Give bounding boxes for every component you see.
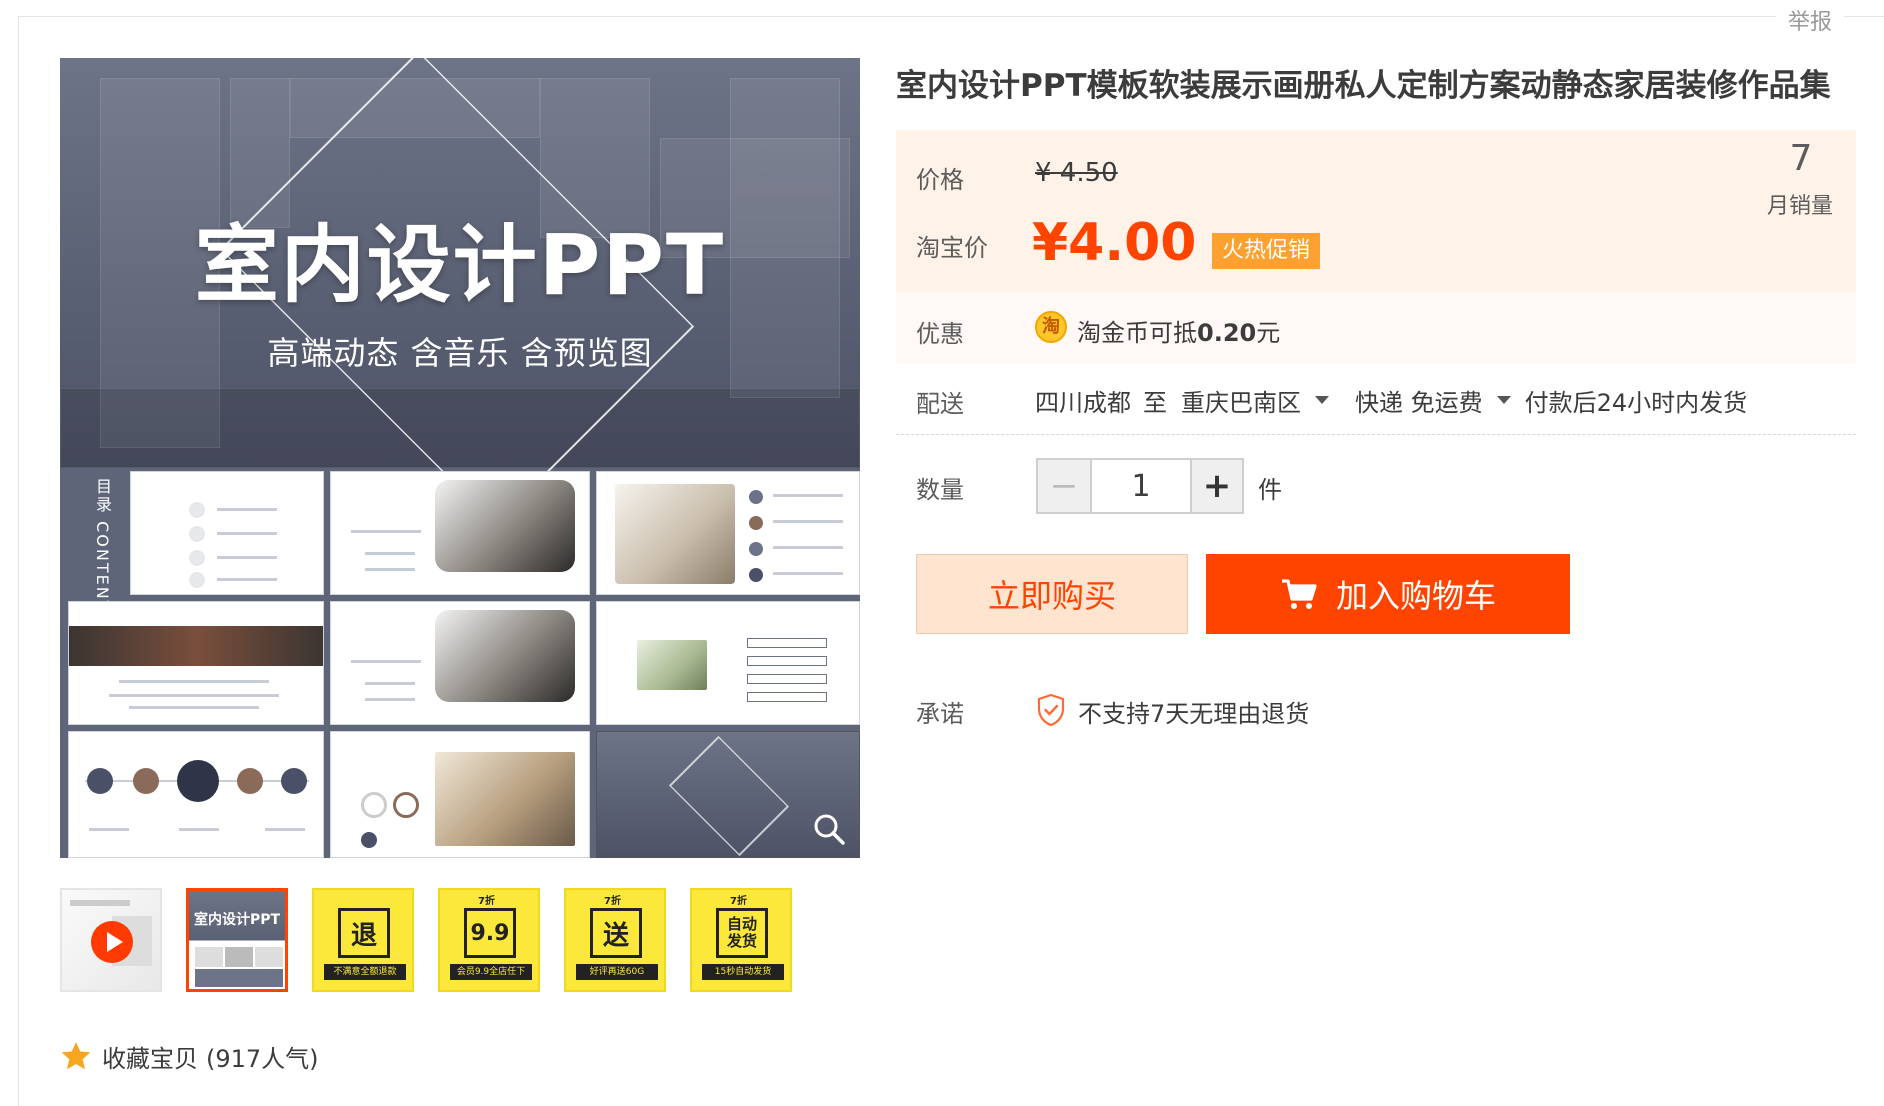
slide-preview [130, 471, 324, 595]
slide-preview [330, 601, 590, 725]
thumbnail-badge-member[interactable]: 7折 9.9 会员9.9全店任下 [438, 888, 540, 992]
thumbnail-badge-tag: 7折 [604, 896, 621, 907]
buy-now-button[interactable]: 立即购买 [916, 554, 1188, 634]
quantity-decrease-button[interactable]: − [1038, 460, 1092, 512]
ship-from: 四川成都 [1035, 388, 1131, 417]
frame-top-border [18, 16, 1884, 17]
slide-preview [596, 601, 860, 725]
thumbnail-badge-gift[interactable]: 7折 送 好评再送60G [564, 888, 666, 992]
promo-amount: 0.20 [1197, 319, 1257, 347]
thumbnail-badge-text: 退 [338, 908, 390, 958]
quantity-unit: 件 [1258, 476, 1282, 504]
add-to-cart-label: 加入购物车 [1335, 577, 1496, 615]
original-price: ¥ 4.50 [1035, 158, 1118, 188]
taobao-price-label: 淘宝价 [916, 234, 988, 262]
thumbnail-badge-refund[interactable]: 退 不满意全额退款 [312, 888, 414, 992]
favorite-button[interactable]: 收藏宝贝 (917人气) [60, 1038, 319, 1074]
thumbnail-badge-bar: 15秒自动发货 [702, 964, 784, 980]
thumbnail-video[interactable] [60, 888, 162, 992]
report-link[interactable]: 举报 [1775, 4, 1844, 36]
favorite-label: 收藏宝贝 [102, 1044, 198, 1073]
coin-icon: 淘 [1035, 311, 1067, 343]
cart-icon [1281, 579, 1317, 609]
thumbnail-badge-text: 9.9 [464, 908, 516, 958]
thumbnail-badge-bar: 会员9.9全店任下 [450, 964, 532, 980]
caret-down-icon[interactable] [1496, 396, 1511, 404]
thumbnail-badge-bar: 好评再送60G [576, 964, 658, 980]
quantity-label: 数量 [916, 476, 964, 504]
thumbnail-strip: 室内设计PPT 退 不满意全额退款 7折 9.9 会员9.9全店任下 7折 送 … [60, 888, 820, 994]
shipping-row: 四川成都 至 重庆巴南区 快递 免运费 付款后24小时内发货 [1035, 383, 1747, 417]
divider [896, 434, 1856, 435]
thumbnail-image-text: 室内设计PPT [193, 912, 281, 928]
slide-preview [68, 601, 324, 725]
ship-time: 付款后24小时内发货 [1524, 388, 1748, 417]
caret-down-icon[interactable] [1315, 396, 1329, 404]
slide-preview [596, 471, 860, 595]
play-icon[interactable] [90, 920, 134, 964]
favorite-popularity: (917人气) [206, 1044, 319, 1073]
monthly-sales-count: 7 [1789, 138, 1813, 179]
promise-label: 承诺 [916, 700, 964, 728]
frame-left-border [18, 16, 19, 1106]
thumbnail-badge-text: 自动发货 [716, 908, 768, 958]
quantity-input[interactable]: 1 [1092, 460, 1190, 512]
quantity-increase-button[interactable]: + [1190, 460, 1242, 512]
product-title: 室内设计PPT模板软装展示画册私人定制方案动静态家居装修作品集 [896, 68, 1831, 104]
thumbnail-image[interactable]: 室内设计PPT [186, 888, 288, 992]
promise-text: 不支持7天无理由退货 [1078, 700, 1310, 728]
hero-subtitle: 高端动态 含音乐 含预览图 [267, 334, 653, 372]
promo-label: 优惠 [916, 320, 964, 348]
shipping-label: 配送 [916, 390, 964, 418]
slide-preview [68, 731, 324, 858]
shield-check-icon [1037, 693, 1065, 727]
promo-text-prefix: 淘金币可抵 [1077, 319, 1197, 347]
ship-method-selector[interactable]: 快递 免运费 [1355, 383, 1483, 418]
hero-title: 室内设计PPT [194, 216, 726, 314]
thumbnail-badge-tag: 7折 [730, 896, 747, 907]
quantity-stepper: − 1 + [1036, 458, 1244, 514]
hot-promo-badge: 火热促销 [1212, 233, 1321, 269]
main-product-image[interactable]: 室内设计PPT 高端动态 含音乐 含预览图 目录 CONTENTS [60, 58, 860, 858]
thumbnail-badge-text: 送 [590, 908, 642, 958]
star-icon [61, 1042, 91, 1070]
thumbnail-badge-bar: 不满意全额退款 [324, 964, 406, 980]
ship-to-selector[interactable]: 重庆巴南区 [1181, 383, 1301, 418]
price-label: 价格 [916, 166, 964, 194]
thumbnail-badge-tag: 7折 [478, 896, 495, 907]
monthly-sales-label: 月销量 [1766, 194, 1833, 219]
add-to-cart-button[interactable]: 加入购物车 [1206, 554, 1570, 634]
promo-text: 淘金币可抵0.20元 [1077, 313, 1280, 348]
thumbnail-badge-auto[interactable]: 7折 自动发货 15秒自动发货 [690, 888, 792, 992]
slide-preview-grid [68, 471, 860, 858]
hero-banner: 室内设计PPT 高端动态 含音乐 含预览图 [60, 58, 860, 526]
promo-unit: 元 [1256, 319, 1281, 347]
slide-preview [330, 471, 590, 595]
ship-to-word: 至 [1143, 388, 1167, 417]
slide-preview [330, 731, 590, 858]
magnifier-icon[interactable] [812, 812, 846, 846]
current-price: ¥4.00 [1032, 213, 1197, 273]
